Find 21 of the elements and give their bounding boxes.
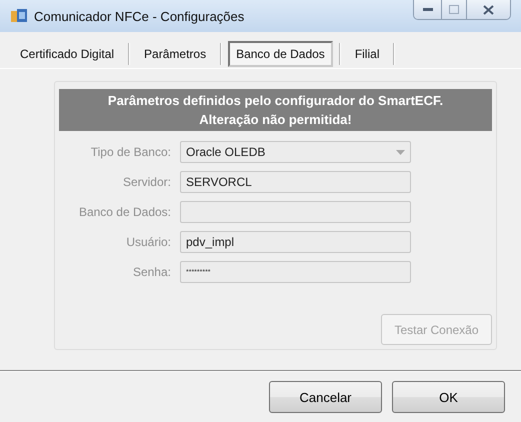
cancel-button[interactable]: Cancelar xyxy=(269,381,382,413)
tab[interactable]: Banco de Dados xyxy=(228,41,333,67)
field-label: Banco de Dados: xyxy=(78,205,171,219)
field-label: Senha: xyxy=(132,265,171,279)
field-label: Tipo de Banco: xyxy=(90,145,171,159)
tab[interactable]: Certificado Digital xyxy=(12,41,122,67)
app-icon xyxy=(10,8,28,24)
minimize-button[interactable] xyxy=(414,0,441,19)
tab[interactable]: Parâmetros xyxy=(136,41,214,67)
dropdown-arrow-icon xyxy=(396,150,405,154)
field-label: Usuário: xyxy=(125,235,171,249)
field-label: Servidor: xyxy=(122,175,171,189)
window-title: Comunicador NFCe - Configurações xyxy=(34,8,246,24)
tab[interactable]: Filial xyxy=(346,41,388,67)
ok-button[interactable]: OK xyxy=(392,381,505,413)
close-icon xyxy=(483,4,494,14)
notice-text: Parâmetros definidos pelo configurador do SmartECF. xyxy=(106,92,444,110)
close-button[interactable] xyxy=(466,0,510,19)
minimize-icon xyxy=(422,8,432,12)
maximize-icon xyxy=(449,5,459,14)
notice-text: Alteração não permitida! xyxy=(198,111,353,129)
